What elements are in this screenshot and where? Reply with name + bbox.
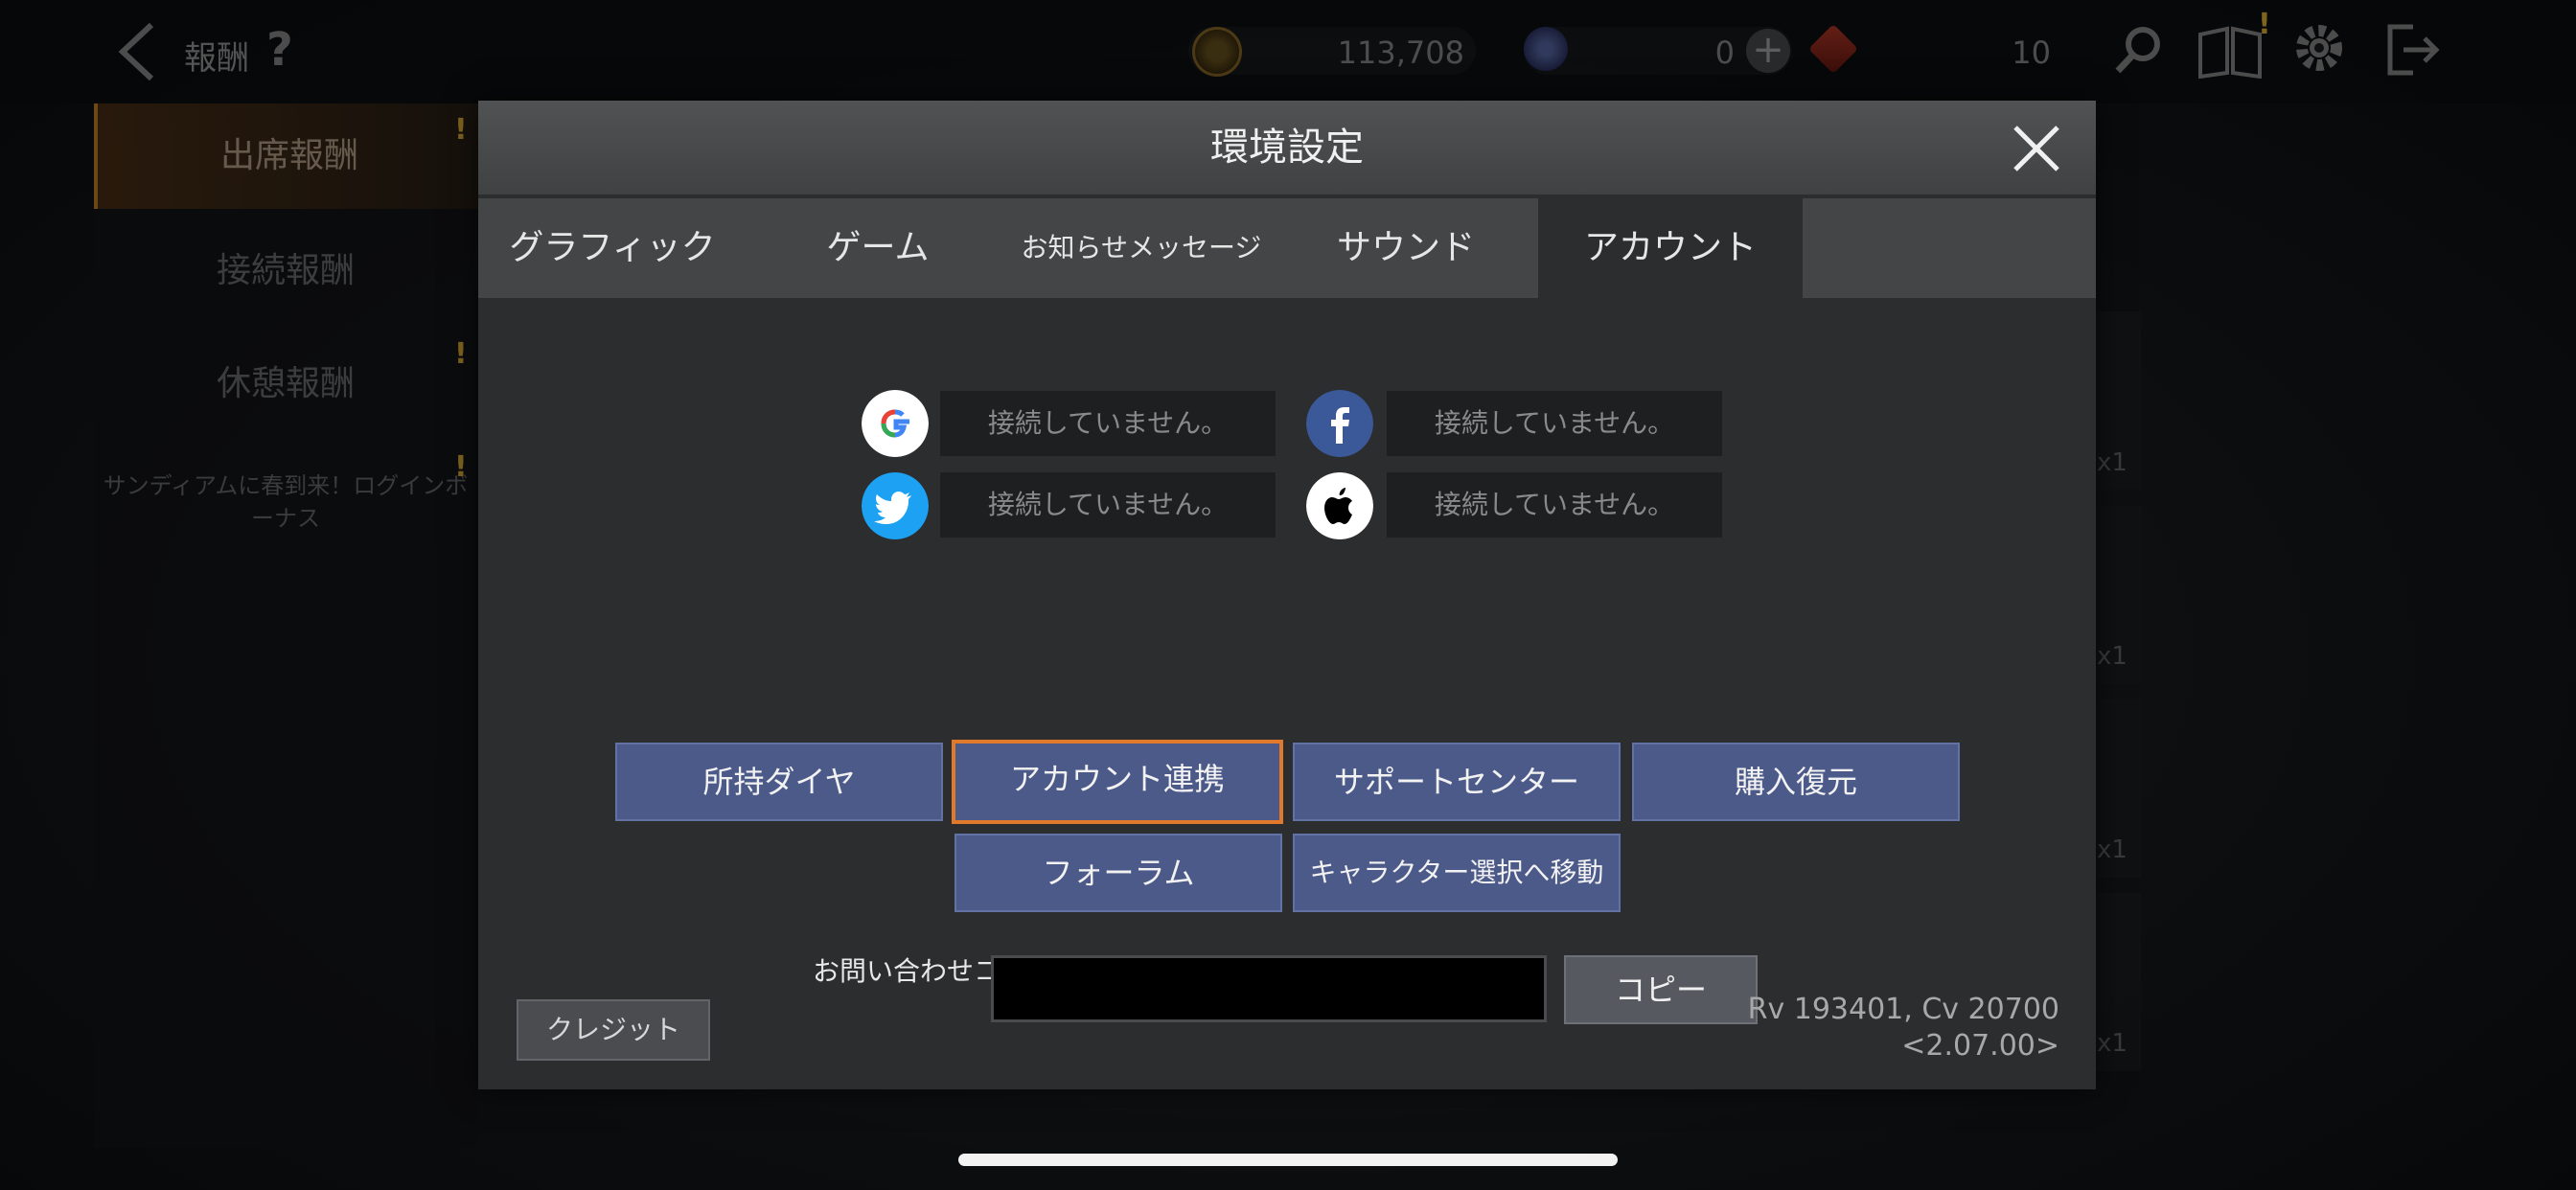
tab-sound[interactable]: サウンド <box>1274 198 1538 298</box>
go-to-character-select-button[interactable]: キャラクター選択へ移動 <box>1293 834 1621 912</box>
account-link-button[interactable]: アカウント連携 <box>952 740 1283 824</box>
twitter-icon <box>862 472 929 539</box>
restore-purchase-button[interactable]: 購入復元 <box>1632 743 1960 821</box>
tab-notifications[interactable]: お知らせメッセージ <box>1009 198 1274 298</box>
apple-status: 接続していません。 <box>1387 472 1722 538</box>
tab-account[interactable]: アカウント <box>1538 198 1803 298</box>
owned-diamonds-button[interactable]: 所持ダイヤ <box>615 743 943 821</box>
facebook-icon <box>1306 390 1373 457</box>
tab-game[interactable]: ゲーム <box>747 198 1009 298</box>
home-indicator[interactable] <box>958 1154 1618 1166</box>
close-icon[interactable] <box>2010 122 2063 175</box>
version-text: <2.07.00> <box>1901 1029 2059 1063</box>
version-info: Rv 193401, Cv 20700 <2.07.00> <box>1657 992 2059 1064</box>
forum-button[interactable]: フォーラム <box>954 834 1282 912</box>
facebook-status: 接続していません。 <box>1387 391 1722 456</box>
tab-graphics[interactable]: グラフィック <box>478 198 747 298</box>
inquiry-code-field[interactable] <box>991 955 1547 1022</box>
settings-dialog: 環境設定 グラフィック ゲーム お知らせメッセージ サウンド アカウント 接続し… <box>478 101 2096 1089</box>
dialog-title: 環境設定 <box>1210 126 1364 170</box>
revision-text: Rv 193401, Cv 20700 <box>1747 993 2059 1026</box>
settings-tabs: グラフィック ゲーム お知らせメッセージ サウンド アカウント <box>478 198 2096 298</box>
support-center-button[interactable]: サポートセンター <box>1293 743 1621 821</box>
dialog-header: 環境設定 <box>478 101 2096 195</box>
apple-icon <box>1306 472 1373 539</box>
google-icon <box>862 390 929 457</box>
twitter-status: 接続していません。 <box>940 472 1276 538</box>
google-status: 接続していません。 <box>940 391 1276 456</box>
credits-button[interactable]: クレジット <box>517 999 710 1061</box>
